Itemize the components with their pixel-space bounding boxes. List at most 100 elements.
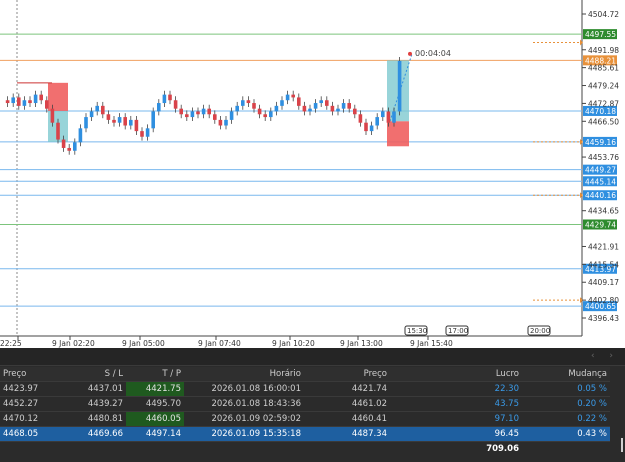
candle-bear[interactable] (168, 94, 172, 101)
price-level-tag-label: 4449.27 (585, 166, 616, 175)
candle-bull[interactable] (11, 97, 15, 104)
col-mudanca[interactable]: Mudança (522, 367, 610, 382)
candle-bear[interactable] (196, 111, 200, 115)
candle-bear[interactable] (358, 114, 363, 123)
candle-bull[interactable] (285, 94, 290, 101)
candle-bull[interactable] (381, 111, 385, 118)
table-row[interactable]: 4423.97 4437.01 4421.75 2026.01.08 16:00… (0, 381, 610, 397)
table-row[interactable]: 4470.12 4480.81 4460.05 2026.01.09 02:59… (0, 411, 610, 427)
candle-bull[interactable] (229, 111, 234, 120)
cell-tp[interactable]: 4497.14 (126, 426, 184, 442)
cell-sl[interactable]: 4439.27 (70, 396, 126, 412)
candle-bull[interactable] (269, 111, 273, 118)
candle-bear[interactable] (252, 103, 256, 109)
candle-bear[interactable] (112, 119, 116, 123)
candle-bear[interactable] (207, 108, 211, 115)
col-sl[interactable]: S / L (70, 367, 126, 382)
table-row[interactable]: 4452.27 4439.27 4495.70 2026.01.08 18:43… (0, 396, 610, 412)
price-axis-label: 4504.72 (588, 10, 619, 19)
candle-bear[interactable] (5, 100, 10, 104)
candle-bear[interactable] (291, 94, 295, 98)
candle-bear[interactable] (134, 119, 139, 132)
candle-bull[interactable] (201, 108, 206, 115)
candle-bear[interactable] (123, 117, 127, 126)
candle-bull[interactable] (336, 108, 340, 112)
candle-bull[interactable] (341, 103, 346, 109)
candle-bear[interactable] (364, 122, 368, 132)
candle-bull[interactable] (162, 94, 167, 104)
cell-sl[interactable]: 4480.81 (70, 411, 126, 427)
candle-bear[interactable] (39, 94, 43, 101)
candle-bull[interactable] (397, 60, 402, 112)
candle-bull[interactable] (224, 119, 228, 126)
candle-bear[interactable] (56, 122, 60, 140)
candle-bull[interactable] (129, 119, 133, 126)
candle-bull[interactable] (235, 105, 239, 112)
candle-bull[interactable] (84, 117, 88, 129)
candle-bear[interactable] (330, 105, 335, 112)
candle-bear[interactable] (61, 139, 66, 148)
candle-bull[interactable] (157, 103, 161, 112)
chart-canvas[interactable]: 4497.554488.214470.184459.164449.274445.… (0, 0, 625, 348)
candle-bull[interactable] (369, 125, 374, 132)
col-lucro[interactable]: Lucro (390, 367, 522, 382)
candle-bull[interactable] (151, 111, 155, 129)
panel-scroll-arrows-icon[interactable]: ‹ › (591, 351, 619, 361)
candle-bear[interactable] (347, 103, 351, 109)
cell-tp[interactable]: 4421.75 (126, 381, 184, 397)
candle-bear[interactable] (325, 100, 329, 106)
table-row-selected[interactable]: 4468.05 4469.66 4497.14 2026.01.09 15:35… (0, 426, 610, 442)
candle-bull[interactable] (375, 117, 379, 126)
candle-bull[interactable] (73, 142, 77, 151)
candle-bull[interactable] (392, 111, 396, 123)
candle-bull[interactable] (308, 108, 312, 112)
candle-bear[interactable] (246, 100, 251, 104)
candle-bear[interactable] (263, 114, 267, 118)
cell-tp[interactable]: 4460.05 (126, 411, 184, 427)
candle-bear[interactable] (173, 100, 178, 109)
candle-bear[interactable] (213, 114, 217, 120)
price-axis-label: 4485.61 (588, 64, 619, 73)
cell-tp[interactable]: 4495.70 (126, 396, 184, 412)
candle-bear[interactable] (101, 105, 105, 115)
candle-bull[interactable] (280, 100, 284, 106)
col-preco-atual[interactable]: Preço (304, 367, 390, 382)
candle-bear[interactable] (297, 97, 301, 106)
cell-horario: 2026.01.08 18:43:36 (184, 396, 304, 412)
candle-bear[interactable] (218, 119, 223, 126)
cell-sl[interactable]: 4469.66 (70, 426, 126, 442)
col-tp[interactable]: T / P (126, 367, 184, 382)
candle-bear[interactable] (67, 147, 71, 151)
cell-sl[interactable]: 4437.01 (70, 381, 126, 397)
candle-bear[interactable] (45, 100, 49, 109)
candle-bull[interactable] (78, 128, 83, 143)
candle-bull[interactable] (89, 111, 94, 118)
price-axis-label: 4472.87 (588, 99, 619, 108)
candle-bear[interactable] (28, 100, 32, 104)
candle-bull[interactable] (33, 94, 38, 104)
candle-bear[interactable] (179, 108, 183, 115)
col-preco[interactable]: Preço (0, 367, 70, 382)
candle-bear[interactable] (353, 108, 357, 115)
candle-bull[interactable] (241, 100, 245, 106)
panel-scrollbar[interactable] (621, 438, 623, 452)
candle-bear[interactable] (140, 131, 144, 137)
candle-bull[interactable] (145, 128, 150, 137)
candle-bull[interactable] (313, 103, 318, 109)
candle-bull[interactable] (95, 105, 99, 112)
candle-bull[interactable] (319, 100, 323, 104)
candle-bear[interactable] (386, 111, 391, 123)
cell-horario: 2026.01.09 15:35:18 (184, 426, 304, 442)
candle-bear[interactable] (302, 105, 307, 112)
col-horario[interactable]: Horário (184, 367, 304, 382)
candle-bear[interactable] (257, 108, 262, 115)
candle-bull[interactable] (117, 117, 122, 123)
candle-bull[interactable] (22, 100, 27, 106)
candle-bull[interactable] (274, 105, 279, 112)
candle-bear[interactable] (185, 114, 189, 118)
candle-bear[interactable] (17, 97, 21, 106)
candle-bear[interactable] (50, 108, 55, 123)
price-chart[interactable]: 4497.55 4488.21 4470.18 4459.16 4449.27 4445.… (0, 0, 625, 348)
candle-bear[interactable] (106, 114, 111, 120)
candle-bull[interactable] (190, 111, 195, 118)
